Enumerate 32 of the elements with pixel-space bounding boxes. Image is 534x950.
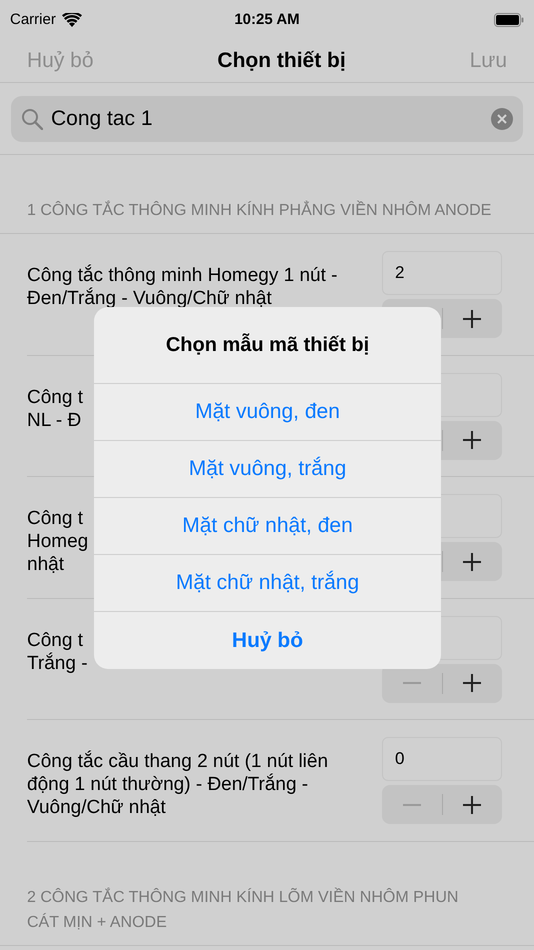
quantity-field[interactable]: 2	[382, 251, 502, 295]
cancel-action[interactable]: Huỷ bỏ	[94, 612, 441, 669]
section-header: 1 CÔNG TẮC THÔNG MINH KÍNH PHẲNG VIỀN NHÔM ANODE	[27, 200, 492, 221]
option-action[interactable]: Mặt chữ nhật, trắng	[94, 555, 441, 612]
screen-title: Chọn thiết bị	[217, 48, 346, 74]
minus-icon[interactable]	[402, 682, 421, 684]
battery-icon	[494, 13, 524, 27]
search-icon	[21, 108, 43, 130]
wifi-icon	[62, 13, 82, 27]
minus-icon[interactable]	[402, 804, 421, 806]
save-button[interactable]: Lưu	[470, 45, 507, 77]
plus-icon[interactable]	[463, 552, 482, 570]
product-name: Công tắc cầu thang 2 nút (1 nút liên động 1 nút thường) - Đen/Trắng - Vuông/Chữ nhật	[27, 750, 328, 819]
option-action[interactable]: Mặt chữ nhật, đen	[94, 498, 441, 555]
status-time: 10:25 AM	[234, 10, 300, 30]
option-action[interactable]: Mặt vuông, trắng	[94, 441, 441, 498]
clear-icon[interactable]	[491, 108, 513, 130]
carrier-label: Carrier	[10, 10, 56, 30]
product-name: Công t NL - Đ	[27, 386, 83, 432]
plus-icon[interactable]	[463, 674, 482, 692]
cancel-button[interactable]: Huỷ bỏ	[27, 45, 94, 77]
product-name: Công t Homeg nhật	[27, 507, 88, 576]
alert-title: Chọn mẫu mã thiết bị	[166, 332, 370, 358]
plus-icon[interactable]	[463, 310, 482, 328]
plus-icon[interactable]	[463, 431, 482, 449]
search-field[interactable]: Cong tac 1	[11, 96, 523, 142]
quantity-field[interactable]: 0	[382, 737, 502, 781]
plus-icon[interactable]	[463, 796, 482, 814]
product-name: Công t Trắng -	[27, 628, 88, 674]
section-header: 2 CÔNG TẮC THÔNG MINH KÍNH LÕM VIỀN NHÔM PHUN CÁT MỊN + ANODE	[27, 886, 460, 932]
option-action[interactable]: Mặt vuông, đen	[94, 384, 441, 441]
product-name: Công tắc thông minh Homegy 1 nút - Đen/Trắng - Vuông/Chữ nhật	[27, 264, 338, 310]
